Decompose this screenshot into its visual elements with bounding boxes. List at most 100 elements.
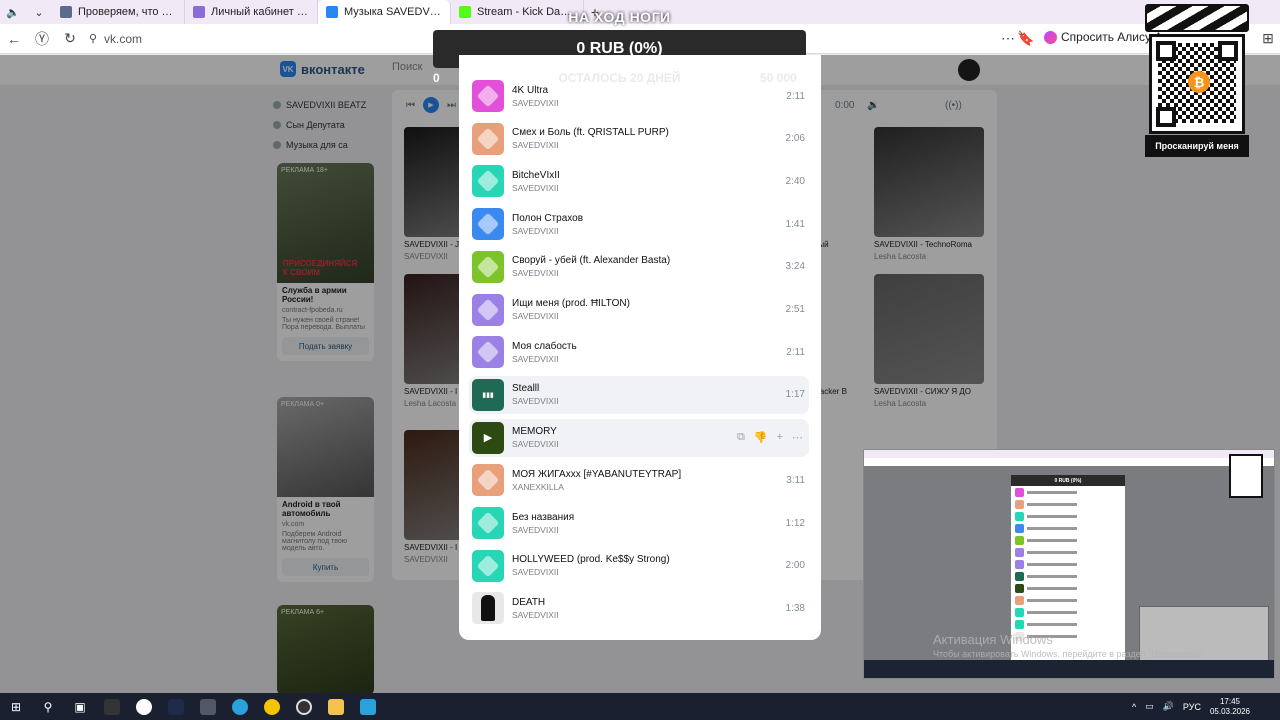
preview-track-cover (1015, 572, 1024, 581)
copy-icon[interactable]: ⧉ (737, 431, 745, 444)
track-title[interactable]: Моя слабость (512, 341, 775, 352)
track-row[interactable]: Ищи меня (prod. ĦILTON) SAVEDVIXII 2:51 (469, 291, 809, 329)
track-cover[interactable] (472, 122, 504, 155)
telegram-icon[interactable] (352, 693, 384, 720)
preview-track-line (1027, 527, 1077, 530)
preview-track-cover (1015, 596, 1024, 605)
folder-icon[interactable] (320, 693, 352, 720)
track-row[interactable]: Своруй - убей (ft. Alexander Basta) SAVED… (469, 248, 809, 286)
obs-icon[interactable] (288, 693, 320, 720)
task-view-icon[interactable]: ▣ (64, 693, 96, 720)
track-title[interactable]: Без названия (512, 512, 775, 523)
preview-track-line (1027, 551, 1077, 554)
track-artist[interactable]: SAVEDVIXII (512, 226, 775, 236)
track-artist[interactable]: SAVEDVIXII (512, 140, 775, 150)
track-artist[interactable]: SAVEDVIXII (512, 268, 775, 278)
back-arrow-icon[interactable]: ← (0, 24, 28, 54)
network-icon[interactable]: ▭ (1145, 701, 1154, 712)
play-icon[interactable]: ▶ (472, 421, 504, 454)
track-row[interactable]: DEATH SAVEDVIXII 1:38 (469, 589, 809, 627)
lock-icon[interactable]: ⚲ (84, 24, 102, 54)
track-artist[interactable]: SAVEDVIXII (512, 525, 775, 535)
track-artist[interactable]: SAVEDVIXII (512, 311, 775, 321)
track-artist[interactable]: SAVEDVIXII (512, 183, 775, 193)
dislike-icon[interactable]: 👎 (754, 431, 768, 444)
track-row[interactable]: Моя слабость SAVEDVIXII 2:11 (469, 333, 809, 371)
track-row[interactable]: ▶ MEMORY SAVEDVIXII ⧉ 👎 + ⋯ (469, 418, 809, 457)
yandex-browser-icon[interactable] (128, 693, 160, 720)
sidebar-toggle-icon[interactable]: ⊞ (1254, 24, 1280, 54)
track-title[interactable]: Stealll (512, 383, 775, 394)
track-cover[interactable] (472, 336, 504, 369)
track-artist[interactable]: SAVEDVIXII (512, 354, 775, 364)
equalizer-icon[interactable]: ▮▮▮ (472, 378, 504, 411)
qr-corner (1156, 107, 1176, 127)
reload-icon[interactable]: ↻ (56, 24, 84, 54)
track-artist[interactable]: SAVEDVIXII (512, 439, 737, 449)
chevron-down-icon[interactable]: ⌄ (26, 0, 52, 24)
track-artist[interactable]: XANEXKILLA (512, 482, 775, 492)
track-title[interactable]: 4K Ultra (512, 85, 775, 96)
track-cover[interactable] (472, 165, 504, 198)
clock[interactable]: 17:45 05.03.2026 (1210, 697, 1250, 717)
browser-tab[interactable]: Личный кабинет - Мои об (185, 0, 318, 24)
track-cover[interactable] (472, 507, 504, 539)
track-row[interactable]: ▮▮▮ Stealll SAVEDVIXII 1:17 (469, 375, 809, 414)
app-icon[interactable] (160, 693, 192, 720)
url-field[interactable]: vk.com (104, 32, 142, 46)
qr-label: Просканируй меня (1145, 135, 1249, 157)
cover-shape (476, 554, 500, 578)
track-artist[interactable]: SAVEDVIXII (512, 98, 775, 108)
track-title[interactable]: HOLLYWEED (prod. Ke$$y Strong) (512, 554, 775, 565)
track-cover[interactable] (472, 293, 504, 326)
windows-start-icon[interactable]: ⊞ (0, 693, 32, 720)
track-artist[interactable]: SAVEDVIXII (512, 610, 775, 620)
track-title[interactable]: DEATH (512, 597, 775, 608)
track-duration: 3:11 (786, 474, 805, 486)
track-row[interactable]: Полон Страхов SAVEDVIXII 1:41 (469, 205, 809, 243)
track-cover[interactable] (472, 592, 504, 625)
chevron-up-icon[interactable]: ^ (1132, 702, 1136, 712)
track-title[interactable]: BitcheVIxII (512, 170, 775, 181)
track-cover[interactable] (472, 250, 504, 283)
track-cover[interactable] (472, 549, 504, 582)
bookmark-icon[interactable]: 🔖 (1012, 24, 1040, 54)
track-artist[interactable]: SAVEDVIXII (512, 567, 775, 577)
tab-favicon-icon (60, 6, 72, 18)
add-icon[interactable]: + (777, 431, 783, 444)
track-title[interactable]: Своруй - убей (ft. Alexander Basta) (512, 255, 775, 266)
track-duration: 1:38 (785, 602, 805, 614)
track-row[interactable]: Смех и Боль (ft. QRISTALL PURP) SAVEDVIXI… (469, 120, 809, 158)
cover-shape (476, 511, 500, 535)
track-info: BitcheVIxII SAVEDVIXII (512, 170, 775, 193)
search-icon[interactable]: ⚲ (32, 693, 64, 720)
track-title[interactable]: Ищи меня (prod. ĦILTON) (512, 298, 775, 309)
track-artist[interactable]: SAVEDVIXII (512, 396, 775, 406)
more-icon[interactable]: ⋯ (792, 431, 803, 444)
speaker-icon[interactable]: 🔈 (0, 0, 26, 24)
yandex-icon[interactable]: Ⓨ (28, 24, 56, 54)
language-indicator[interactable]: РУС (1183, 702, 1201, 712)
goal-title: НА ХОД НОГИ (568, 9, 671, 25)
app-icon[interactable] (256, 693, 288, 720)
preview-track-cover (1015, 512, 1024, 521)
app-icon[interactable] (96, 693, 128, 720)
volume-icon[interactable]: 🔊 (1163, 701, 1174, 712)
app-icon[interactable] (192, 693, 224, 720)
track-row[interactable]: Без названия SAVEDVIXII 1:12 (469, 504, 809, 542)
browser-tab[interactable]: Музыка SAVEDVIXII (318, 0, 451, 24)
track-cover[interactable] (472, 464, 504, 497)
tab-favicon-icon (326, 6, 338, 18)
track-title[interactable]: Смех и Боль (ft. QRISTALL PURP) (512, 127, 775, 138)
track-row[interactable]: HOLLYWEED (prod. Ke$$y Strong) SAVEDVIXII… (469, 547, 809, 585)
preview-track-row (1015, 535, 1121, 546)
telegram-icon[interactable] (224, 693, 256, 720)
track-cover[interactable] (472, 208, 504, 241)
track-row[interactable]: МОЯ ЖИГАxxx [#YABANUTEYTRAP] XANEXKILLA 3:… (469, 461, 809, 499)
alice-icon (1044, 30, 1057, 44)
track-title[interactable]: Полон Страхов (512, 213, 775, 224)
track-title[interactable]: МОЯ ЖИГАxxx [#YABANUTEYTRAP] (512, 469, 775, 480)
track-row[interactable]: BitcheVIxII SAVEDVIXII 2:40 (469, 162, 809, 200)
track-title[interactable]: MEMORY (512, 426, 737, 437)
browser-tab[interactable]: Проверяем, что вы не ро (52, 0, 185, 24)
